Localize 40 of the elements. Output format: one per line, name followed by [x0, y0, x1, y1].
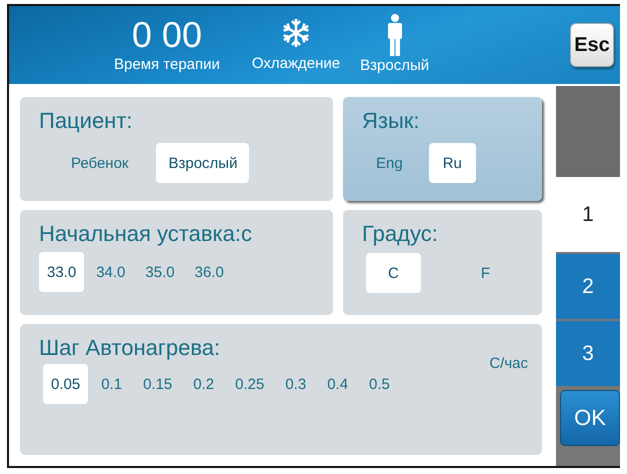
page-tab[interactable]: 2: [556, 254, 620, 319]
esc-button[interactable]: Esc: [570, 23, 614, 67]
patient-label: Взрослый: [360, 56, 430, 76]
option-button[interactable]: 0.5: [361, 364, 398, 404]
option-button[interactable]: 33.0: [39, 252, 84, 292]
option-button[interactable]: 0.15: [135, 364, 180, 404]
page-tab[interactable]: 1: [556, 177, 620, 252]
person-icon: [386, 14, 404, 56]
option-button[interactable]: C: [366, 253, 421, 293]
option-button[interactable]: Ребенок: [59, 143, 140, 183]
option-button[interactable]: Ru: [428, 143, 476, 183]
settings-panel[interactable]: Градус: C F: [343, 210, 542, 315]
page-tab[interactable]: 3: [556, 321, 620, 386]
settings-panel[interactable]: Язык: Eng Ru: [343, 97, 542, 201]
panel-title: Шаг Автонагрева:: [39, 334, 220, 362]
settings-panel[interactable]: Пациент: Ребенок Взрослый: [20, 97, 333, 201]
panel-title: Язык:: [362, 107, 420, 135]
option-button[interactable]: 0.1: [93, 364, 130, 404]
snowflake-icon: [281, 16, 312, 50]
option-button[interactable]: 0.05: [43, 364, 88, 404]
panel-title: Пациент:: [39, 107, 133, 135]
ok-button[interactable]: OK: [560, 390, 620, 446]
option-button[interactable]: F: [458, 253, 512, 293]
option-button[interactable]: 35.0: [137, 252, 183, 292]
therapy-time: 0 00: [132, 15, 202, 55]
option-button[interactable]: 0.4: [319, 364, 356, 404]
therapy-time-label: Время терапии: [114, 55, 220, 75]
option-button[interactable]: 36.0: [186, 252, 232, 292]
panel-title: Начальная уставка:c: [39, 220, 252, 248]
settings-panel[interactable]: Начальная уставка:c 33.0 34.0 35.0 36.0: [20, 210, 333, 315]
option-button[interactable]: 0.3: [277, 364, 314, 404]
option-button[interactable]: 34.0: [88, 252, 134, 292]
option-button[interactable]: 0.25: [227, 364, 272, 404]
option-button[interactable]: 0.2: [185, 364, 222, 404]
panel-title: Градус:: [362, 220, 438, 248]
unit-label: C/час: [489, 355, 528, 372]
settings-panel[interactable]: Шаг Автонагрева: C/час 0.05 0.1 0.15 0.2 0.25 0.3 0.4 0.5: [20, 324, 542, 455]
option-button[interactable]: Взрослый: [156, 143, 250, 183]
mode-label: Охлаждение: [252, 54, 340, 74]
option-button[interactable]: Eng: [362, 143, 417, 183]
